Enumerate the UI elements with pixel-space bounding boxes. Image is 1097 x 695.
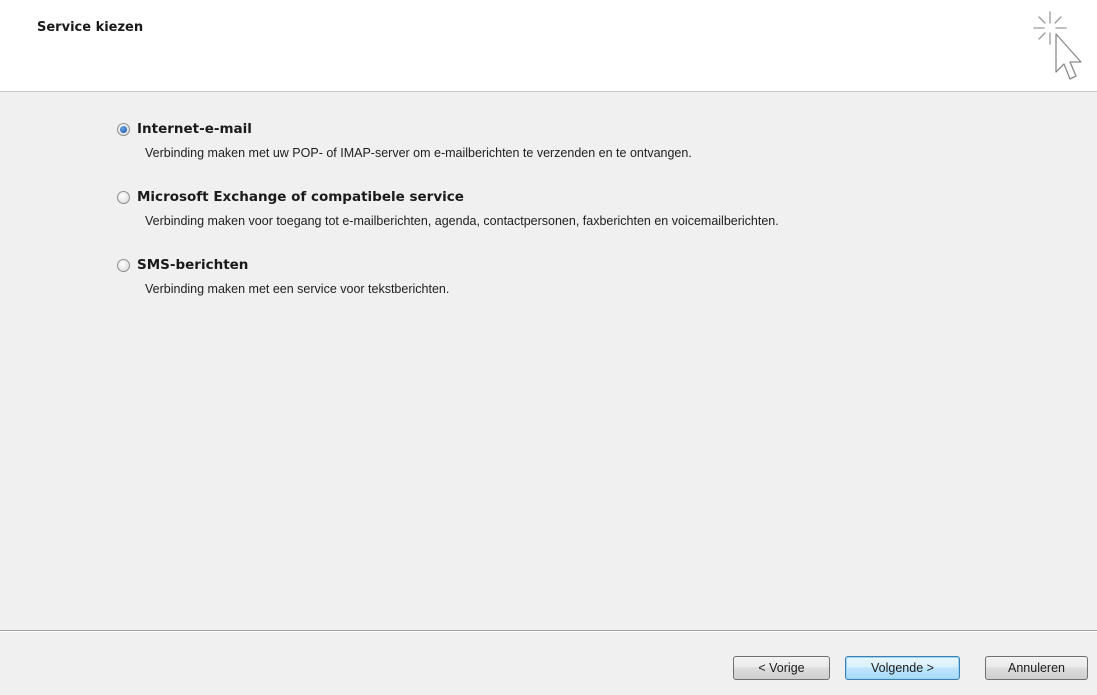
internet-email-label[interactable]: Internet-e-mail: [137, 121, 252, 137]
internet-email-description: Verbinding maken met uw POP- of IMAP-ser…: [145, 146, 692, 160]
back-button[interactable]: < Vorige: [733, 656, 830, 680]
option-exchange[interactable]: Microsoft Exchange of compatibele servic…: [117, 189, 779, 228]
page-title: Service kiezen: [37, 20, 144, 35]
service-options-panel: Internet-e-mail Verbinding maken met uw …: [0, 92, 1097, 602]
footer-divider: [0, 630, 1097, 632]
option-internet-email[interactable]: Internet-e-mail Verbinding maken met uw …: [117, 121, 692, 160]
sms-description: Verbinding maken met een service voor te…: [145, 282, 450, 296]
wizard-header: Service kiezen: [0, 0, 1097, 92]
sms-label[interactable]: SMS-berichten: [137, 257, 248, 273]
exchange-description: Verbinding maken voor toegang tot e-mail…: [145, 214, 779, 228]
internet-email-radio[interactable]: [117, 122, 130, 136]
option-sms[interactable]: SMS-berichten Verbinding maken met een s…: [117, 257, 449, 296]
account-wizard-dialog: Service kiezen Internet-e-mail Verbindin…: [0, 0, 1097, 695]
cancel-button[interactable]: Annuleren: [985, 656, 1088, 680]
exchange-radio[interactable]: [117, 190, 130, 204]
next-button[interactable]: Volgende >: [845, 656, 960, 680]
sms-radio[interactable]: [117, 258, 130, 272]
exchange-label[interactable]: Microsoft Exchange of compatibele servic…: [137, 189, 464, 205]
wizard-sparkle-cursor-icon: [1033, 11, 1082, 80]
